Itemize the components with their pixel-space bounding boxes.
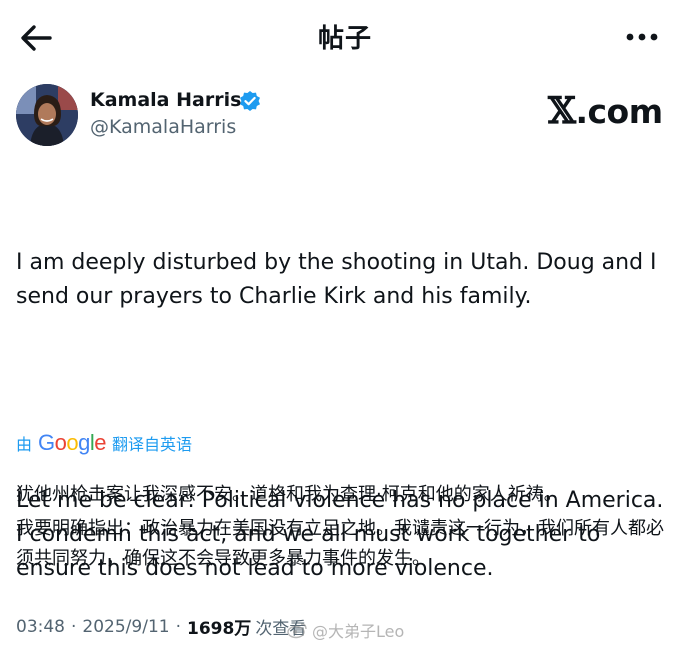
top-bar: 帖子 (0, 0, 690, 72)
translated-from-label: 翻译自英语 (112, 435, 193, 454)
view-count[interactable]: 1698万 (187, 614, 251, 639)
post-date: 2025/9/11 (82, 616, 170, 637)
weibo-icon (287, 623, 307, 639)
translation-attribution[interactable]: 由 Google 翻译自英语 (16, 428, 192, 458)
watermark-text: @大弟子Leo (312, 622, 405, 641)
author-handle[interactable]: @KamalaHarris (90, 116, 236, 138)
more-horizontal-icon[interactable] (622, 22, 662, 52)
x-logo-icon: 𝕏 (548, 90, 576, 132)
translated-text-line: 我要明确指出：政治暴力在美国没有立足之地。我谴责这一行为，我们所有人都必须共同努… (16, 518, 664, 569)
tweet-paragraph: I am deeply disturbed by the shooting in… (16, 250, 657, 309)
translation-by-label: 由 (16, 435, 33, 454)
verified-badge-icon (240, 91, 260, 111)
author-name[interactable]: Kamala Harris (90, 89, 241, 111)
brand-logo: 𝕏.com (548, 90, 663, 132)
brand-suffix: .com (575, 92, 663, 131)
avatar[interactable] (16, 84, 78, 146)
post-meta: 03:48 · 2025/9/11 · 1698万 次查看 (16, 614, 306, 640)
translated-text-line: 犹他州枪击案让我深感不安。道格和我为查理·柯克和他的家人祈祷。 (16, 484, 562, 505)
post-time: 03:48 (16, 616, 65, 637)
google-logo: Google (38, 430, 107, 455)
page-title: 帖子 (317, 24, 372, 54)
watermark: @大弟子Leo (286, 618, 404, 642)
avatar-image (16, 84, 78, 146)
